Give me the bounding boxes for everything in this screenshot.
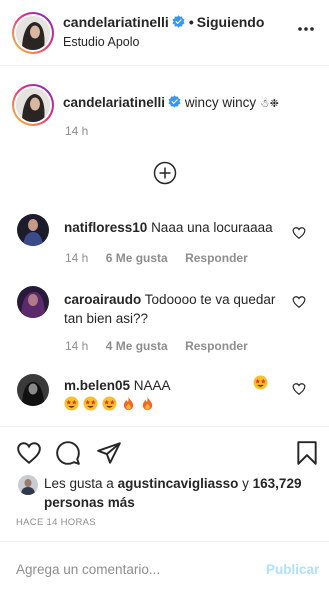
plus-circle-icon[interactable]	[153, 161, 177, 185]
comment-meta: 14 h 6 Me gusta Responder	[65, 251, 262, 265]
caption-timestamp: 14 h	[65, 124, 89, 138]
header-username-line: candelariatinelli • Siguiendo	[63, 14, 264, 30]
caption: candelariatinelli wincy wincy ☃❉	[63, 95, 279, 110]
star-eyes-emoji-icon	[64, 396, 79, 411]
liker-avatar[interactable]	[18, 475, 38, 495]
comment-body: natifloress10 Naaa una locuraaaa	[64, 218, 286, 237]
more-options-icon[interactable]	[297, 26, 315, 32]
header-avatar[interactable]	[12, 12, 54, 54]
heart-icon[interactable]	[16, 440, 42, 466]
share-icon[interactable]	[96, 440, 122, 466]
star-eyes-emoji-icon	[253, 375, 268, 390]
publish-button[interactable]: Publicar	[266, 562, 319, 577]
comment-username[interactable]: m.belen05	[64, 378, 130, 393]
separator-dot: •	[188, 14, 194, 30]
heart-icon[interactable]	[292, 295, 306, 309]
verified-badge-icon	[168, 95, 181, 108]
comment-likes[interactable]: 4 Me gusta	[106, 339, 168, 353]
star-eyes-emoji-icon	[102, 396, 117, 411]
comment-avatar[interactable]	[17, 286, 49, 318]
comment-username[interactable]: natifloress10	[64, 220, 147, 235]
comment-likes[interactable]: 6 Me gusta	[106, 251, 168, 265]
post-header: candelariatinelli • Siguiendo Estudio Apol…	[0, 0, 329, 66]
star-eyes-emoji-icon	[83, 396, 98, 411]
verified-badge-icon	[172, 15, 185, 28]
likes-prefix: Les gusta a	[44, 476, 114, 491]
comment-meta: 14 h 4 Me gusta Responder	[65, 339, 262, 353]
emoji-line	[64, 395, 155, 413]
pet-emoji-icon: ☃	[259, 98, 270, 110]
fire-emoji-icon	[142, 396, 152, 411]
location-link[interactable]: Estudio Apolo	[63, 35, 139, 49]
caption-avatar[interactable]	[12, 84, 54, 126]
comment-avatar[interactable]	[17, 374, 49, 406]
likes-summary: Les gusta a agustincavigliasso y 163,729…	[44, 474, 314, 512]
spider-web-emoji-icon: ❉	[269, 98, 279, 110]
likes-connector: y	[242, 476, 249, 491]
fire-emoji-icon	[123, 396, 133, 411]
comment-text: NAAA	[133, 378, 171, 393]
comment-time: 14 h	[65, 339, 89, 353]
comment-time: 14 h	[65, 251, 89, 265]
reply-button[interactable]: Responder	[185, 339, 248, 353]
comment-body: caroairaudo Todoooo te va quedar tan bie…	[64, 290, 286, 328]
action-bar	[0, 426, 329, 427]
header-username[interactable]: candelariatinelli	[63, 14, 169, 30]
heart-icon[interactable]	[292, 382, 306, 396]
comment-bar: Agrega un comentario... Publicar	[0, 541, 329, 591]
bookmark-icon[interactable]	[294, 440, 320, 466]
reply-button[interactable]: Responder	[185, 251, 248, 265]
following-button[interactable]: Siguiendo	[197, 14, 265, 30]
caption-username[interactable]: candelariatinelli	[63, 95, 165, 110]
heart-icon[interactable]	[292, 226, 306, 240]
post-timestamp: HACE 14 HORAS	[16, 517, 96, 528]
caption-text: wincy wincy	[184, 95, 257, 110]
comment-icon[interactable]	[55, 440, 81, 466]
liker-username[interactable]: agustincavigliasso	[118, 476, 239, 491]
comment-username[interactable]: caroairaudo	[64, 292, 141, 307]
comment-input[interactable]: Agrega un comentario...	[16, 562, 160, 577]
comment-avatar[interactable]	[17, 214, 49, 246]
comment-text: Naaa una locuraaaa	[151, 220, 273, 235]
